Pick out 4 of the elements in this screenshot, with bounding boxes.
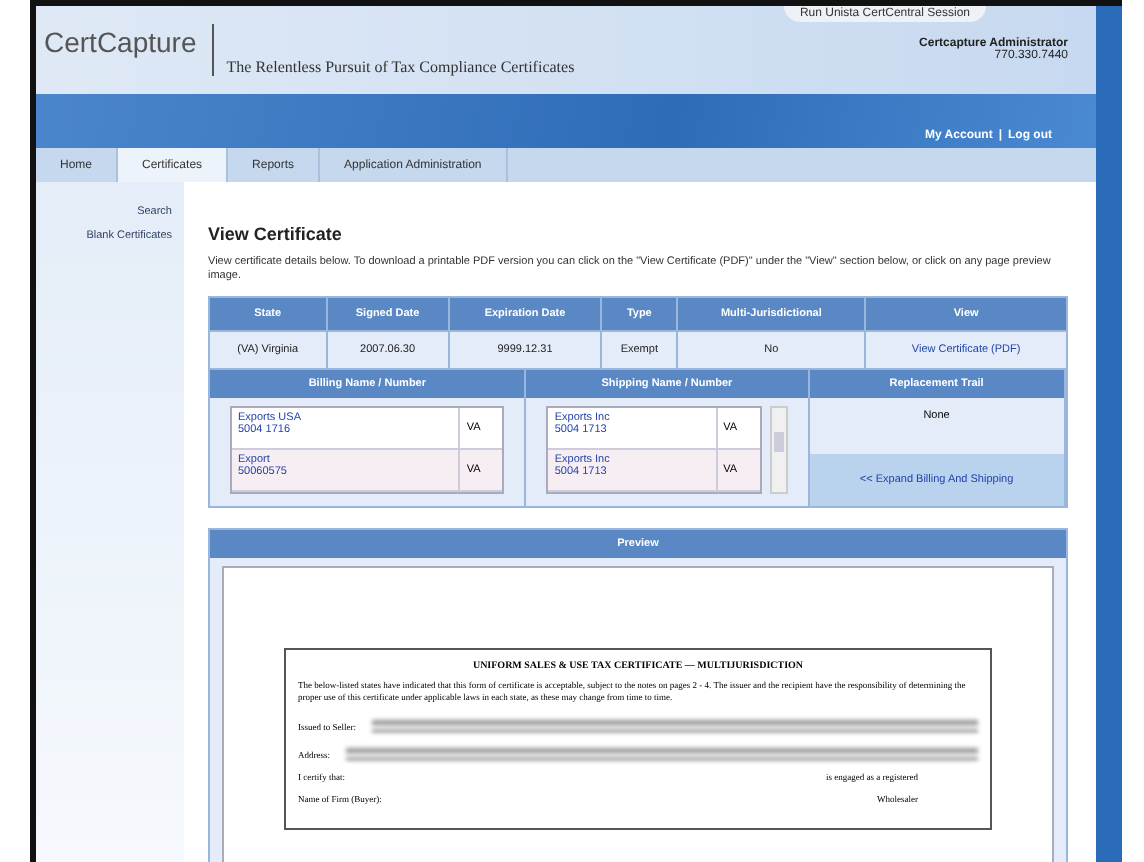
scrollbar[interactable]	[769, 406, 788, 495]
tagline: The Relentless Pursuit of Tax Compliance Certificates	[224, 58, 575, 76]
page-title: View Certificate	[208, 224, 344, 244]
logo: CertCapture	[44, 24, 215, 76]
